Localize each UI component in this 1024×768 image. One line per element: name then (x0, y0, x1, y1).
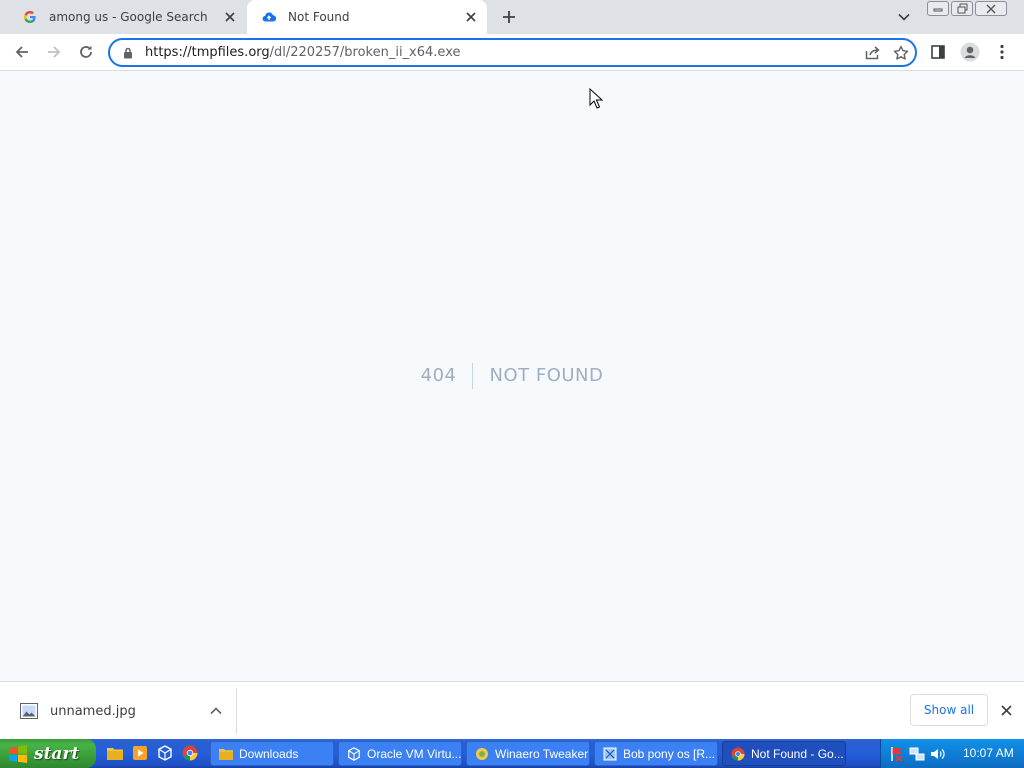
start-button[interactable]: start (0, 739, 96, 768)
tab-not-found[interactable]: Not Found (247, 0, 487, 34)
cloud-upload-icon (261, 9, 277, 25)
close-tab-icon[interactable] (218, 5, 242, 29)
start-label: start (34, 743, 80, 764)
app-icon (603, 747, 617, 760)
volume-icon[interactable] (929, 746, 945, 762)
chevron-down-icon (898, 13, 910, 21)
close-window-button[interactable] (975, 1, 1007, 16)
back-button[interactable] (8, 38, 36, 66)
share-icon[interactable] (859, 41, 887, 65)
arrow-left-icon (15, 46, 28, 58)
task-label: Not Found - Go... (751, 746, 844, 761)
close-icon (986, 4, 996, 13)
quicklaunch-media-player-icon[interactable] (131, 744, 149, 762)
tab-title: among us - Google Search (49, 10, 208, 24)
taskbar-task-winaero[interactable]: Winaero Tweaker (466, 741, 590, 766)
close-shelf-button[interactable] (994, 698, 1018, 722)
profile-button[interactable] (956, 38, 984, 66)
taskbar-task-downloads[interactable]: Downloads (210, 741, 334, 766)
quicklaunch-virtualbox-icon[interactable] (156, 744, 174, 762)
arrow-right-icon (48, 46, 61, 58)
image-file-icon (20, 703, 38, 719)
reload-button[interactable] (72, 38, 100, 66)
kebab-menu-icon (1000, 44, 1004, 60)
minimize-button[interactable] (927, 1, 949, 16)
minimize-icon (933, 8, 943, 11)
quicklaunch-chrome-icon[interactable] (181, 744, 199, 762)
url-host: https://tmpfiles.org (145, 45, 270, 60)
taskbar: start Downloads Oracle VM Virtu... Winae… (0, 739, 1024, 768)
winaero-icon (476, 747, 488, 760)
page-content: 404 Not Found (0, 72, 1024, 681)
mouse-cursor-icon (589, 88, 603, 109)
lock-icon[interactable] (121, 46, 135, 60)
bookmark-star-icon[interactable] (887, 41, 915, 65)
task-label: Oracle VM Virtu... (367, 746, 462, 761)
taskbar-task-bob-pony-os[interactable]: Bob pony os [R... (594, 741, 718, 766)
url-text[interactable]: https://tmpfiles.org/dl/220257/broken_ii… (145, 45, 859, 60)
tab-search-button[interactable] (892, 5, 916, 29)
network-icon[interactable] (909, 746, 925, 762)
close-icon (1000, 704, 1012, 716)
side-panel-button[interactable] (924, 38, 952, 66)
security-alert-icon[interactable] (889, 746, 905, 762)
tab-google-search[interactable]: among us - Google Search (8, 0, 246, 34)
windows-flag-icon (9, 744, 27, 763)
task-label: Downloads (239, 746, 299, 761)
restore-button[interactable] (951, 1, 973, 16)
chrome-icon (731, 746, 745, 761)
virtualbox-icon (348, 746, 360, 761)
not-found-message: 404 Not Found (0, 362, 1024, 390)
quicklaunch-explorer-icon[interactable] (106, 744, 124, 762)
clock[interactable]: 10:07 AM (963, 739, 1014, 768)
tab-strip: among us - Google Search Not Found (0, 0, 1024, 34)
error-text: Not Found (489, 365, 604, 386)
taskbar-task-virtualbox[interactable]: Oracle VM Virtu... (338, 741, 462, 766)
folder-icon (219, 748, 233, 760)
reload-icon (80, 45, 92, 58)
download-shelf: unnamed.jpg Show all (0, 681, 1024, 739)
browser-toolbar: https://tmpfiles.org/dl/220257/broken_ii… (0, 34, 1024, 71)
menu-button[interactable] (988, 38, 1016, 66)
forward-button[interactable] (40, 38, 68, 66)
task-label: Bob pony os [R... (623, 746, 716, 761)
download-file-name: unnamed.jpg (50, 703, 136, 719)
window-controls (927, 1, 1007, 16)
restore-icon (957, 3, 967, 14)
side-panel-icon (931, 45, 945, 59)
address-bar[interactable]: https://tmpfiles.org/dl/220257/broken_ii… (108, 38, 917, 67)
url-path: /dl/220257/broken_ii_x64.exe (269, 45, 461, 60)
show-all-button[interactable]: Show all (910, 694, 988, 726)
task-label: Winaero Tweaker (495, 746, 589, 761)
download-item[interactable]: unnamed.jpg (12, 694, 236, 728)
taskbar-task-chrome[interactable]: Not Found - Go... (722, 741, 846, 766)
chevron-up-icon[interactable] (204, 699, 228, 723)
divider (236, 688, 237, 734)
error-code: 404 (421, 363, 474, 389)
plus-icon (503, 11, 515, 23)
google-icon (22, 9, 38, 25)
avatar-icon (960, 42, 980, 62)
close-tab-icon[interactable] (459, 5, 483, 29)
new-tab-button[interactable] (496, 4, 522, 30)
tab-title: Not Found (288, 10, 350, 24)
